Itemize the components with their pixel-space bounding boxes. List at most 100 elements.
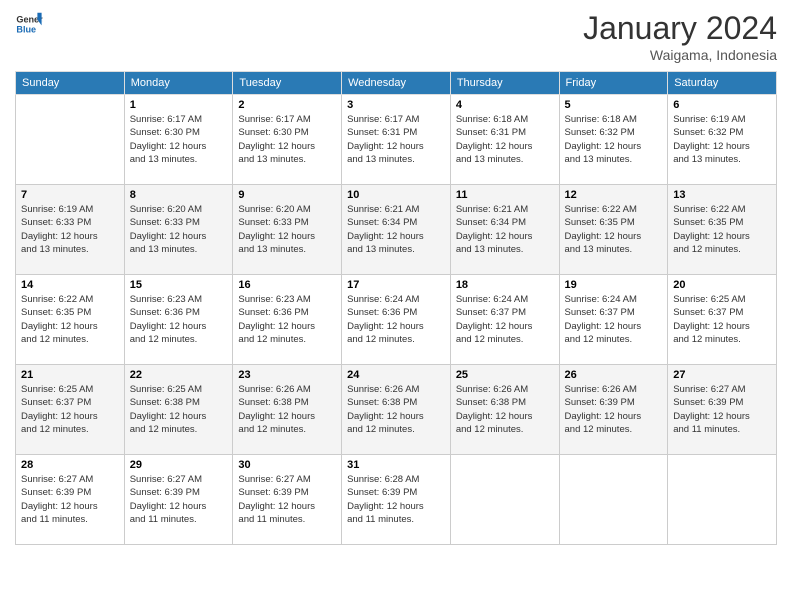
- day-info: Sunrise: 6:18 AM Sunset: 6:32 PM Dayligh…: [565, 113, 663, 166]
- table-row: 11 Sunrise: 6:21 AM Sunset: 6:34 PM Dayli…: [450, 185, 559, 275]
- day-info: Sunrise: 6:17 AM Sunset: 6:30 PM Dayligh…: [130, 113, 228, 166]
- day-info: Sunrise: 6:21 AM Sunset: 6:34 PM Dayligh…: [456, 203, 554, 256]
- day-number: 16: [238, 279, 336, 291]
- table-row: 4 Sunrise: 6:18 AM Sunset: 6:31 PM Daylig…: [450, 95, 559, 185]
- table-row: 18Sunrise: 6:24 AM Sunset: 6:37 PM Dayli…: [450, 275, 559, 365]
- day-info: Sunrise: 6:28 AM Sunset: 6:39 PM Dayligh…: [347, 473, 445, 526]
- day-info: Sunrise: 6:26 AM Sunset: 6:38 PM Dayligh…: [238, 383, 336, 436]
- table-row: 10 Sunrise: 6:21 AM Sunset: 6:34 PM Dayli…: [342, 185, 451, 275]
- table-row: 28Sunrise: 6:27 AM Sunset: 6:39 PM Dayli…: [16, 455, 125, 545]
- col-thursday: Thursday: [450, 72, 559, 95]
- day-info: Sunrise: 6:22 AM Sunset: 6:35 PM Dayligh…: [673, 203, 771, 256]
- day-number: 3: [347, 99, 445, 111]
- day-info: Sunrise: 6:22 AM Sunset: 6:35 PM Dayligh…: [21, 293, 119, 346]
- day-number: 17: [347, 279, 445, 291]
- day-info: Sunrise: 6:26 AM Sunset: 6:38 PM Dayligh…: [347, 383, 445, 436]
- table-row: 12 Sunrise: 6:22 AM Sunset: 6:35 PM Dayli…: [559, 185, 668, 275]
- day-number: 27: [673, 369, 771, 381]
- day-number: 6: [673, 99, 771, 111]
- table-row: 9Sunrise: 6:20 AM Sunset: 6:33 PM Daylig…: [233, 185, 342, 275]
- day-info: Sunrise: 6:27 AM Sunset: 6:39 PM Dayligh…: [673, 383, 771, 436]
- table-row: [16, 95, 125, 185]
- day-info: Sunrise: 6:25 AM Sunset: 6:37 PM Dayligh…: [21, 383, 119, 436]
- day-number: 9: [238, 189, 336, 201]
- calendar-header-row: Sunday Monday Tuesday Wednesday Thursday…: [16, 72, 777, 95]
- day-number: 29: [130, 459, 228, 471]
- day-number: 1: [130, 99, 228, 111]
- day-number: 30: [238, 459, 336, 471]
- day-number: 18: [456, 279, 554, 291]
- table-row: 27 Sunrise: 6:27 AM Sunset: 6:39 PM Dayli…: [668, 365, 777, 455]
- day-info: Sunrise: 6:19 AM Sunset: 6:33 PM Dayligh…: [21, 203, 119, 256]
- day-number: 26: [565, 369, 663, 381]
- table-row: 8 Sunrise: 6:20 AM Sunset: 6:33 PM Daylig…: [124, 185, 233, 275]
- day-info: Sunrise: 6:18 AM Sunset: 6:31 PM Dayligh…: [456, 113, 554, 166]
- svg-text:Blue: Blue: [16, 24, 36, 34]
- day-info: Sunrise: 6:27 AM Sunset: 6:39 PM Dayligh…: [130, 473, 228, 526]
- table-row: 23 Sunrise: 6:26 AM Sunset: 6:38 PM Dayli…: [233, 365, 342, 455]
- day-number: 11: [456, 189, 554, 201]
- day-info: Sunrise: 6:20 AM Sunset: 6:33 PM Dayligh…: [130, 203, 228, 256]
- day-info: Sunrise: 6:24 AM Sunset: 6:37 PM Dayligh…: [565, 293, 663, 346]
- table-row: 6Sunrise: 6:19 AM Sunset: 6:32 PM Daylig…: [668, 95, 777, 185]
- day-number: 22: [130, 369, 228, 381]
- day-number: 7: [21, 189, 119, 201]
- day-info: Sunrise: 6:23 AM Sunset: 6:36 PM Dayligh…: [238, 293, 336, 346]
- table-row: 24Sunrise: 6:26 AM Sunset: 6:38 PM Dayli…: [342, 365, 451, 455]
- day-number: 10: [347, 189, 445, 201]
- table-row: 7 Sunrise: 6:19 AM Sunset: 6:33 PM Daylig…: [16, 185, 125, 275]
- table-row: 29 Sunrise: 6:27 AM Sunset: 6:39 PM Dayli…: [124, 455, 233, 545]
- table-row: 26 Sunrise: 6:26 AM Sunset: 6:39 PM Dayli…: [559, 365, 668, 455]
- col-saturday: Saturday: [668, 72, 777, 95]
- table-row: 15Sunrise: 6:23 AM Sunset: 6:36 PM Dayli…: [124, 275, 233, 365]
- calendar-week-row: 14 Sunrise: 6:22 AM Sunset: 6:35 PM Dayli…: [16, 275, 777, 365]
- day-number: 12: [565, 189, 663, 201]
- table-row: 1 Sunrise: 6:17 AM Sunset: 6:30 PM Daylig…: [124, 95, 233, 185]
- day-info: Sunrise: 6:21 AM Sunset: 6:34 PM Dayligh…: [347, 203, 445, 256]
- location: Waigama, Indonesia: [583, 47, 777, 63]
- title-block: January 2024 Waigama, Indonesia: [583, 10, 777, 63]
- calendar-week-row: 7 Sunrise: 6:19 AM Sunset: 6:33 PM Daylig…: [16, 185, 777, 275]
- table-row: 2Sunrise: 6:17 AM Sunset: 6:30 PM Daylig…: [233, 95, 342, 185]
- col-monday: Monday: [124, 72, 233, 95]
- day-info: Sunrise: 6:25 AM Sunset: 6:37 PM Dayligh…: [673, 293, 771, 346]
- table-row: 21 Sunrise: 6:25 AM Sunset: 6:37 PM Dayli…: [16, 365, 125, 455]
- table-row: [668, 455, 777, 545]
- header: General Blue January 2024 Waigama, Indon…: [15, 10, 777, 63]
- calendar-week-row: 28Sunrise: 6:27 AM Sunset: 6:39 PM Dayli…: [16, 455, 777, 545]
- day-number: 23: [238, 369, 336, 381]
- day-number: 5: [565, 99, 663, 111]
- table-row: 3 Sunrise: 6:17 AM Sunset: 6:31 PM Daylig…: [342, 95, 451, 185]
- table-row: [559, 455, 668, 545]
- day-info: Sunrise: 6:17 AM Sunset: 6:31 PM Dayligh…: [347, 113, 445, 166]
- day-number: 19: [565, 279, 663, 291]
- day-number: 20: [673, 279, 771, 291]
- col-wednesday: Wednesday: [342, 72, 451, 95]
- day-number: 8: [130, 189, 228, 201]
- day-number: 21: [21, 369, 119, 381]
- day-number: 25: [456, 369, 554, 381]
- table-row: 5 Sunrise: 6:18 AM Sunset: 6:32 PM Daylig…: [559, 95, 668, 185]
- day-number: 4: [456, 99, 554, 111]
- table-row: 14 Sunrise: 6:22 AM Sunset: 6:35 PM Dayli…: [16, 275, 125, 365]
- day-number: 14: [21, 279, 119, 291]
- day-info: Sunrise: 6:23 AM Sunset: 6:36 PM Dayligh…: [130, 293, 228, 346]
- table-row: 30 Sunrise: 6:27 AM Sunset: 6:39 PM Dayli…: [233, 455, 342, 545]
- table-row: 16 Sunrise: 6:23 AM Sunset: 6:36 PM Dayli…: [233, 275, 342, 365]
- calendar-week-row: 1 Sunrise: 6:17 AM Sunset: 6:30 PM Daylig…: [16, 95, 777, 185]
- col-friday: Friday: [559, 72, 668, 95]
- day-info: Sunrise: 6:27 AM Sunset: 6:39 PM Dayligh…: [238, 473, 336, 526]
- day-info: Sunrise: 6:22 AM Sunset: 6:35 PM Dayligh…: [565, 203, 663, 256]
- logo-icon: General Blue: [15, 10, 43, 38]
- table-row: [450, 455, 559, 545]
- table-row: 25 Sunrise: 6:26 AM Sunset: 6:38 PM Dayli…: [450, 365, 559, 455]
- table-row: 22 Sunrise: 6:25 AM Sunset: 6:38 PM Dayli…: [124, 365, 233, 455]
- day-info: Sunrise: 6:25 AM Sunset: 6:38 PM Dayligh…: [130, 383, 228, 436]
- day-info: Sunrise: 6:24 AM Sunset: 6:36 PM Dayligh…: [347, 293, 445, 346]
- month-title: January 2024: [583, 10, 777, 47]
- day-info: Sunrise: 6:26 AM Sunset: 6:38 PM Dayligh…: [456, 383, 554, 436]
- day-info: Sunrise: 6:26 AM Sunset: 6:39 PM Dayligh…: [565, 383, 663, 436]
- logo: General Blue: [15, 10, 43, 38]
- day-number: 31: [347, 459, 445, 471]
- table-row: 31 Sunrise: 6:28 AM Sunset: 6:39 PM Dayli…: [342, 455, 451, 545]
